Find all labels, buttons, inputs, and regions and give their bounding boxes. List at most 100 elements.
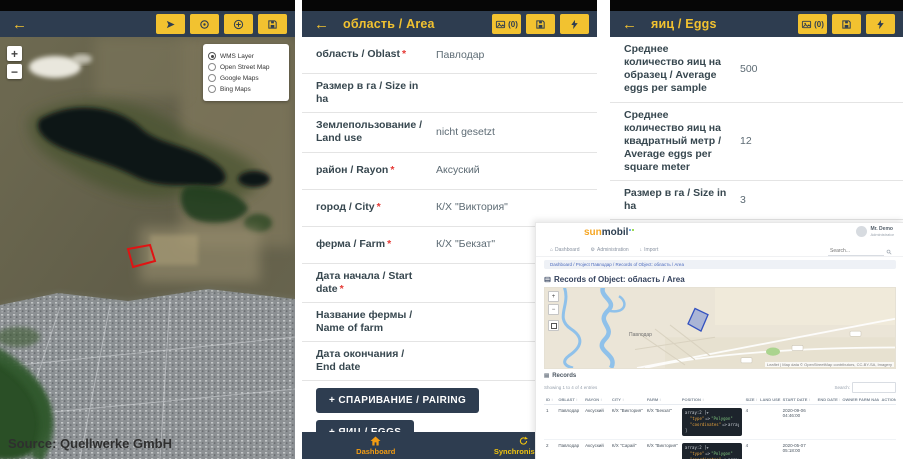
form-field-row[interactable]: город / City* К/Х "Виктория" [302,190,597,227]
form-field-row[interactable]: Размер в га / Size in ha 3 [610,181,903,220]
photos-button[interactable]: (0) [798,14,827,34]
column-header[interactable]: SIZE↕ [744,395,758,405]
nav-link[interactable]: ⌂Dashboard [550,247,580,253]
flash-icon [875,19,886,30]
zoom-out-button[interactable]: − [548,304,559,315]
field-label-text: Землепользование / Land use [316,119,422,144]
column-header[interactable]: OBLAST↕ [556,395,583,405]
column-header[interactable]: POSITION↕ [680,395,744,405]
flash-button[interactable] [560,14,589,34]
layer-option[interactable]: WMS Layer [208,52,284,60]
gps-target-button[interactable] [190,14,219,34]
table-header-row: ID↕OBLAST↕RAYON↕CITY↕FARM↕POSITION↕SIZE↕… [544,395,896,405]
breadcrumb[interactable]: Dashboard / Project Павлодар / Records o… [544,260,896,269]
form-field-row[interactable]: Размер в га / Size in ha [302,74,597,113]
field-label-text: район / Rayon [316,164,388,176]
plus-circle-icon [233,19,244,30]
eggs-appbar: ← яиц / Eggs (0) [610,11,903,37]
required-asterisk: * [390,164,394,176]
sort-icon: ↕ [600,397,602,402]
cell-rayon: Аксуский [583,405,610,440]
back-icon[interactable]: ← [622,17,637,32]
layer-option[interactable]: Bing Maps [208,85,284,93]
search-icon[interactable] [886,249,892,255]
cell-end-date [816,439,841,459]
form-field-row[interactable]: Среднее количество яиц на квадратный мет… [610,103,903,182]
screenshot-canvas: ← [0,0,903,459]
column-header[interactable]: START DATE↕ [781,395,816,405]
form-field-row[interactable]: Землепользование / Land use nicht gesetz… [302,113,597,152]
table-row[interactable]: 2 Павлодар Аксуский К/Х "Сарай" К/Х "Вик… [544,439,896,459]
layer-option[interactable]: Google Maps [208,74,284,82]
user-menu[interactable]: Mr. DemoAdministrator [856,226,894,237]
column-header[interactable]: END DATE↕ [816,395,841,405]
position-code-block: array:2 [▼ "type"=>"Polygon" "coordinate… [682,443,742,459]
column-header[interactable]: OWNER FARM NAME↕ [840,395,879,405]
records-card-title: ▤Records [544,373,896,379]
cell-id: 2 [544,439,556,459]
avatar [856,226,867,237]
nav-link[interactable]: ↓Import [640,247,659,253]
back-icon[interactable]: ← [12,17,27,32]
nav-dashboard-label: Dashboard [356,447,395,456]
zoom-out-button[interactable]: − [7,64,22,79]
send-icon [165,19,176,30]
photo-count: (0) [508,20,518,29]
layer-option[interactable]: Open Street Map [208,63,284,71]
required-asterisk: * [402,48,406,60]
nav-dashboard[interactable]: Dashboard [302,432,450,459]
back-icon[interactable]: ← [314,17,329,32]
field-value: Павлодар [436,49,484,62]
cell-size: 4 [744,439,758,459]
column-header[interactable]: FARM↕ [645,395,680,405]
cell-size: 4 [744,405,758,440]
column-header-label: FARM [647,397,658,402]
save-icon [267,19,278,30]
field-label: Среднее количество яиц на образец / Aver… [624,43,728,96]
required-asterisk: * [377,201,381,213]
column-header[interactable]: CITY↕ [610,395,645,405]
save-button[interactable] [526,14,555,34]
field-value: 12 [740,135,752,148]
save-button[interactable] [258,14,287,34]
radio-icon [208,74,216,82]
add-button[interactable] [224,14,253,34]
cell-farm: К/Х "Виктория" [645,439,680,459]
leaflet-map[interactable]: Павлодар + − Leaflet | Map data © OpenSt… [544,287,896,369]
sunmobil-logo[interactable]: sunmobil [584,227,634,238]
flash-button[interactable] [866,14,895,34]
column-header[interactable]: RAYON↕ [583,395,610,405]
column-header-label: SIZE [746,397,755,402]
form-field-row[interactable]: область / Oblast* Павлодар [302,37,597,74]
column-header[interactable]: ACTIONS↕ [879,395,896,405]
logo-dot-green [632,229,634,231]
zoom-in-button[interactable]: + [7,46,22,61]
sync-icon [518,436,529,446]
records-table: ID↕OBLAST↕RAYON↕CITY↕FARM↕POSITION↕SIZE↕… [544,395,896,459]
zoom-in-button[interactable]: + [548,291,559,302]
save-button[interactable] [832,14,861,34]
photos-button[interactable]: (0) [492,14,521,34]
cell-actions [879,439,896,459]
search-input[interactable] [828,247,884,256]
city-label: Павлодар [629,332,652,338]
records-page-title: Records of Object: область / Area [536,272,903,286]
nav-link[interactable]: ⚙Administration [591,247,629,253]
column-header[interactable]: LAND USE↕ [758,395,781,405]
records-icon: ▤ [544,373,549,379]
sort-icon: ↕ [839,397,841,402]
pairing-button[interactable]: + СПАРИВАНИЕ / PAIRING [316,388,479,413]
table-row[interactable]: 1 Павлодар Аксуский К/Х "Виктория" К/Х "… [544,405,896,440]
column-header[interactable]: ID↕ [544,395,556,405]
records-showing-text: Showing 1 to 4 of 4 entries [544,385,597,390]
sort-icon: ↕ [808,397,810,402]
records-search-input[interactable] [852,382,896,393]
satellite-map[interactable]: + − WMS Layer Open Street Map Google Map… [0,37,295,459]
send-button[interactable] [156,14,185,34]
form-field-row[interactable]: Среднее количество яиц на образец / Aver… [610,37,903,103]
nav-link-label: Import [644,247,658,253]
cell-farm: К/Х "Бекзат" [645,405,680,440]
fullscreen-button[interactable] [548,320,559,331]
radio-icon [208,52,216,60]
form-field-row[interactable]: район / Rayon* Аксуский [302,153,597,190]
